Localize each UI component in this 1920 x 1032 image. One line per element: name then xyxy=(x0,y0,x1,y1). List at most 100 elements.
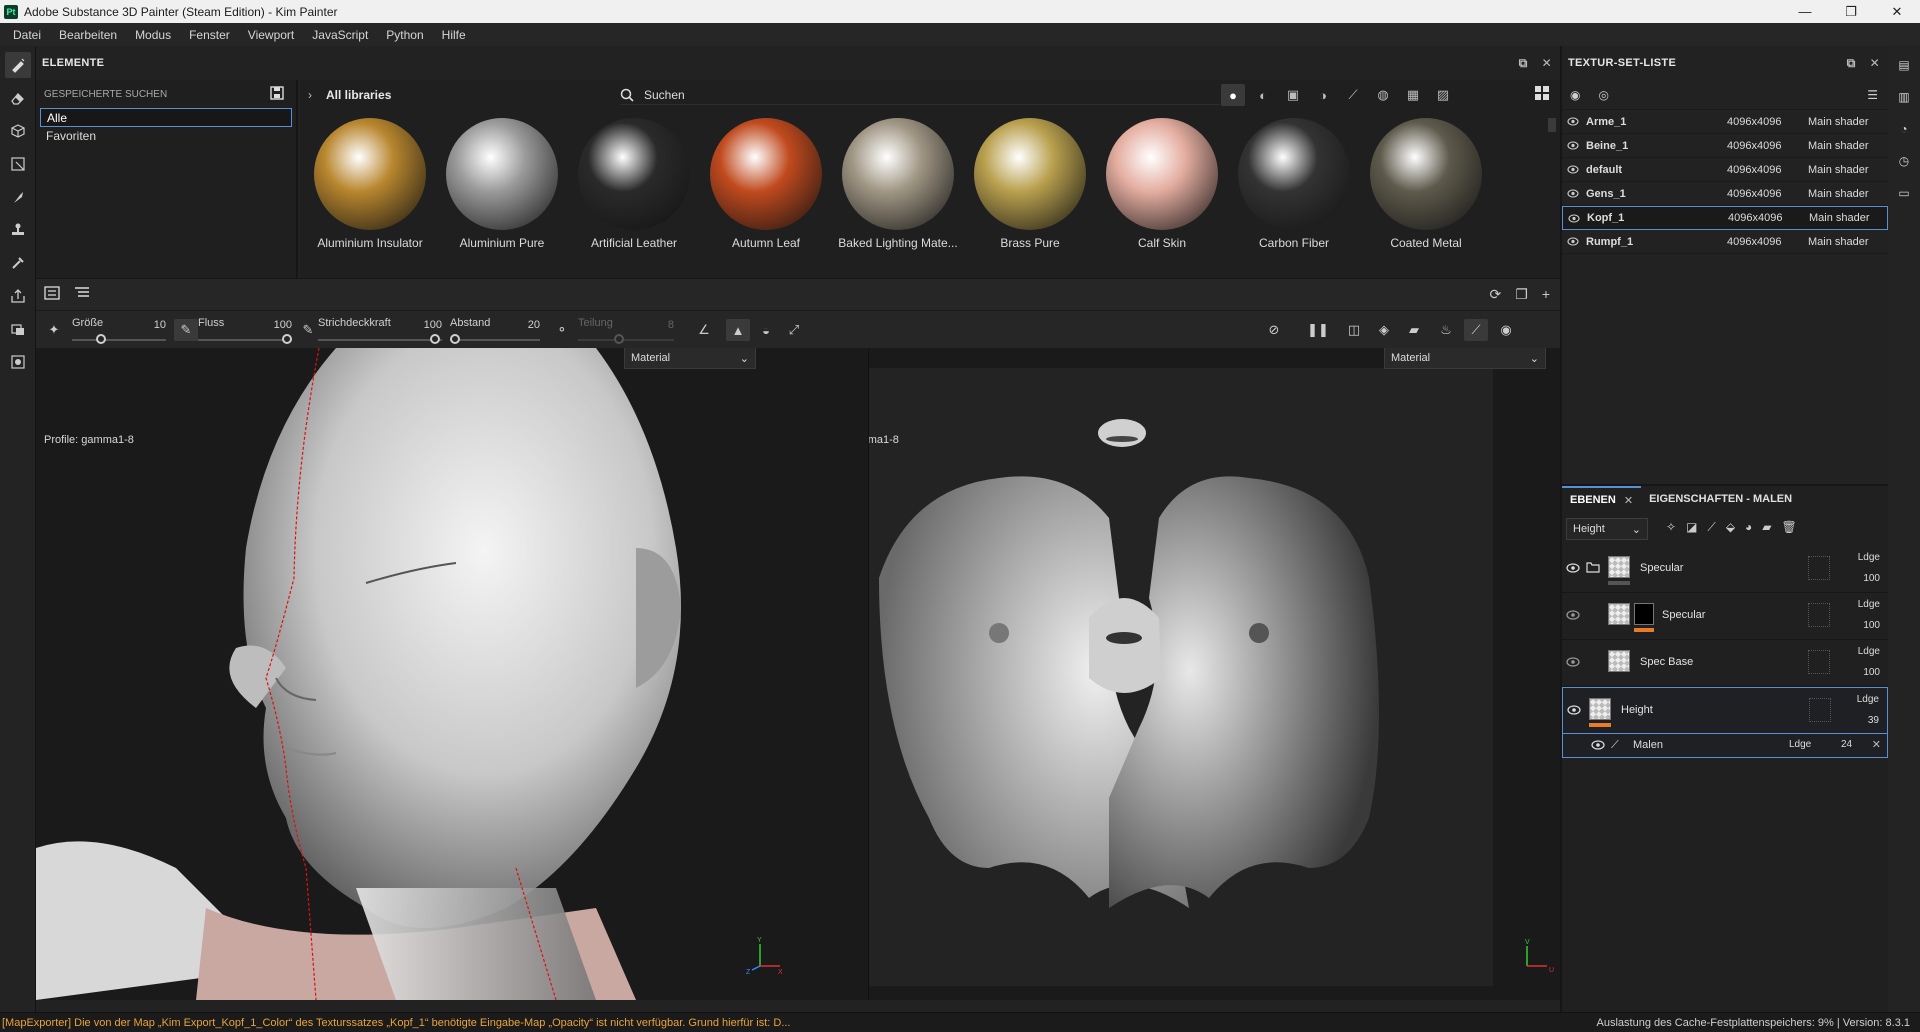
clone-tool[interactable] xyxy=(5,217,31,243)
alpha-filter-icon[interactable]: ◍ xyxy=(1371,84,1395,106)
tab-layers[interactable]: EBENEN ✕ xyxy=(1562,486,1642,512)
material-thumbnail[interactable]: Artificial Leather xyxy=(568,116,700,250)
add-smart-material-icon[interactable]: ◕ xyxy=(1745,520,1752,535)
visibility-eye-icon[interactable] xyxy=(1562,141,1584,150)
brush-preset-icon[interactable]: ✦ xyxy=(42,319,66,341)
visibility-eye-icon[interactable] xyxy=(1562,117,1584,126)
paint-mode-icon[interactable]: ⟋ xyxy=(1464,319,1488,341)
mask-slot[interactable] xyxy=(1808,650,1830,674)
effect-blend-mode[interactable]: Ldge xyxy=(1789,739,1811,750)
channel-select[interactable]: Height ⌄ xyxy=(1566,518,1648,540)
opacity-value[interactable]: 39 xyxy=(1868,715,1879,726)
tab-properties[interactable]: EIGENSCHAFTEN - MALEN xyxy=(1641,486,1800,512)
delete-icon[interactable]: 🗑 xyxy=(1782,520,1797,535)
menu-javascript[interactable]: JavaScript xyxy=(303,28,377,42)
material-filter-icon[interactable]: ● xyxy=(1221,84,1245,106)
minimize-button[interactable]: — xyxy=(1782,0,1828,23)
menu-datei[interactable]: Datei xyxy=(4,28,50,42)
effect-row[interactable]: ⟋ Malen Ldge 24 ✕ xyxy=(1562,734,1888,758)
display-settings-icon[interactable]: ▥ xyxy=(1893,86,1915,108)
undock-icon[interactable]: ⧉ xyxy=(1519,56,1528,71)
stroke-opacity-slider[interactable]: Strichdeckkraft 100 xyxy=(318,315,442,345)
projection-tool[interactable] xyxy=(5,118,31,144)
size-slider[interactable]: Größe 10 xyxy=(72,315,166,345)
layer-row[interactable]: Spec Base Ldge 100 xyxy=(1562,640,1888,687)
mask-slot[interactable] xyxy=(1808,556,1830,580)
viewport-2d-mode-select[interactable]: Material ⌄ xyxy=(1384,348,1546,369)
filter-all[interactable]: Alle xyxy=(40,108,292,127)
remove-effect-icon[interactable]: ✕ xyxy=(1872,738,1881,751)
menu-hilfe[interactable]: Hilfe xyxy=(433,28,475,42)
texture-set-shader[interactable]: Main shader xyxy=(1808,164,1869,176)
material-thumbnail[interactable]: Aluminium Pure xyxy=(436,116,568,250)
material-thumbnail[interactable]: Brass Pure xyxy=(964,116,1096,250)
export-tool[interactable] xyxy=(5,283,31,309)
render-tool[interactable] xyxy=(5,349,31,375)
spacing-slider[interactable]: Abstand 20 xyxy=(450,315,540,345)
texture-set-shader[interactable]: Main shader xyxy=(1808,116,1869,128)
layer-row[interactable]: Specular Ldge 100 xyxy=(1562,546,1888,593)
bake-tool[interactable] xyxy=(5,316,31,342)
opacity-value[interactable]: 100 xyxy=(1863,573,1880,584)
close-panel-icon[interactable]: ✕ xyxy=(1542,56,1552,71)
undock-icon[interactable]: ⧉ xyxy=(1847,56,1856,71)
menu-viewport[interactable]: Viewport xyxy=(239,28,303,42)
visibility-eye-icon[interactable] xyxy=(1562,165,1584,174)
generator-filter-icon[interactable]: ◑ xyxy=(1311,84,1335,106)
texture-set-shader[interactable]: Main shader xyxy=(1809,212,1870,224)
blend-mode[interactable]: Ldge xyxy=(1857,694,1879,705)
texture-set-row[interactable]: Rumpf_1 4096x4096 Main shader xyxy=(1562,230,1888,254)
pressure-size-icon[interactable]: ✎ xyxy=(174,319,198,341)
chevron-right-icon[interactable]: › xyxy=(308,88,312,102)
hide-icon[interactable]: ⊘ xyxy=(1262,319,1286,341)
smudge-tool[interactable] xyxy=(5,184,31,210)
menu-modus[interactable]: Modus xyxy=(126,28,180,42)
material-thumbnail[interactable]: Carbon Fiber xyxy=(1228,116,1360,250)
texture-set-shader[interactable]: Main shader xyxy=(1808,236,1869,248)
opacity-value[interactable]: 100 xyxy=(1863,667,1880,678)
visibility-eye-icon[interactable] xyxy=(1591,740,1605,753)
save-search-icon[interactable] xyxy=(270,86,284,103)
add-paint-layer-icon[interactable]: ⟋ xyxy=(1707,520,1715,535)
filter-favorites[interactable]: Favoriten xyxy=(40,127,292,146)
pause-icon[interactable]: ❚❚ xyxy=(1306,319,1330,341)
texture-set-row[interactable]: Arme_1 4096x4096 Main shader xyxy=(1562,110,1888,134)
assets-scrollbar[interactable] xyxy=(1548,118,1556,132)
visibility-eye-icon[interactable] xyxy=(1567,704,1581,718)
material-thumbnail[interactable]: Calf Skin xyxy=(1096,116,1228,250)
material-thumbnail[interactable]: Aluminium Insulator xyxy=(304,116,436,250)
mask-mode-icon[interactable]: ♨ xyxy=(1434,319,1458,341)
window-icon[interactable]: ❐ xyxy=(1515,286,1528,303)
eye-icon[interactable]: ◎ xyxy=(1598,88,1608,102)
status-message[interactable]: [MapExporter] Die von der Map „Kim Expor… xyxy=(2,1017,791,1029)
smart-material-filter-icon[interactable]: ◐ xyxy=(1251,84,1275,106)
library-selector[interactable]: All libraries xyxy=(326,88,391,102)
mask-slot[interactable] xyxy=(1808,603,1830,627)
transform-icon[interactable]: ⤢ xyxy=(782,319,806,341)
maximize-button[interactable]: ❐ xyxy=(1828,0,1874,23)
menu-icon[interactable]: ☰ xyxy=(1867,88,1878,102)
grid-view-icon[interactable] xyxy=(1534,85,1550,104)
blend-mode[interactable]: Ldge xyxy=(1858,552,1880,563)
texture-set-row[interactable]: default 4096x4096 Main shader xyxy=(1562,158,1888,182)
reset-icon[interactable]: ⟳ xyxy=(1490,286,1502,303)
paint-tool[interactable] xyxy=(5,52,31,78)
blend-mode[interactable]: Ldge xyxy=(1858,646,1880,657)
search-input[interactable]: Suchen xyxy=(620,85,1220,105)
texture-set-row[interactable]: Kopf_1 4096x4096 Main shader xyxy=(1562,206,1888,230)
visibility-eye-icon[interactable] xyxy=(1563,213,1585,223)
viewport-2d[interactable]: Profile: gamma1-8 Material ⌄ V U xyxy=(868,348,1560,1000)
layer-row-selected[interactable]: Height Ldge 39 xyxy=(1562,687,1888,734)
texture-set-row[interactable]: Beine_1 4096x4096 Main shader xyxy=(1562,134,1888,158)
visibility-eye-icon[interactable] xyxy=(1566,609,1580,623)
effect-opacity[interactable]: 24 xyxy=(1841,739,1852,750)
viewport-3d-mode-select[interactable]: Material ⌄ xyxy=(624,348,756,369)
symmetry-icon[interactable]: ▲ xyxy=(726,319,750,341)
mirror-icon[interactable]: ◒ xyxy=(754,319,778,341)
eraser-tool[interactable] xyxy=(5,85,31,111)
visibility-eye-icon[interactable] xyxy=(1562,189,1584,198)
blend-mode[interactable]: Ldge xyxy=(1858,599,1880,610)
add-effect-icon[interactable]: ✧ xyxy=(1666,520,1676,535)
shader-settings-icon[interactable]: ◔ xyxy=(1893,118,1915,140)
flow-slider[interactable]: Fluss 100 xyxy=(198,315,292,345)
